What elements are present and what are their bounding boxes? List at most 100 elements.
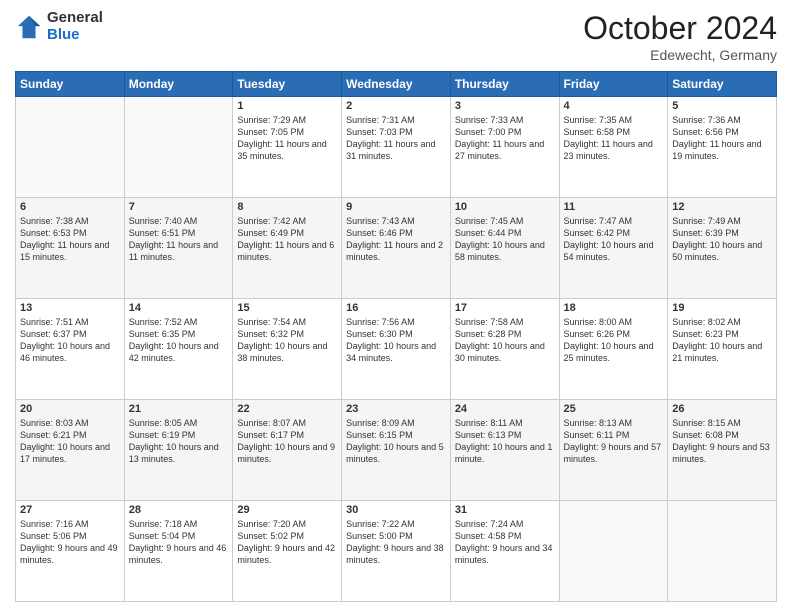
day-number: 16	[346, 302, 446, 314]
calendar-cell-w1-d4: 3Sunrise: 7:33 AM Sunset: 7:00 PM Daylig…	[450, 97, 559, 198]
calendar-cell-w4-d4: 24Sunrise: 8:11 AM Sunset: 6:13 PM Dayli…	[450, 400, 559, 501]
cell-sun-info: Sunrise: 7:38 AM Sunset: 6:53 PM Dayligh…	[20, 215, 120, 264]
day-number: 11	[564, 201, 664, 213]
cell-sun-info: Sunrise: 7:47 AM Sunset: 6:42 PM Dayligh…	[564, 215, 664, 264]
calendar-cell-w2-d0: 6 Sunrise: 7:38 AM Sunset: 6:53 PM Daylig…	[16, 198, 125, 299]
day-number: 21	[129, 403, 229, 415]
location-title: Edewecht, Germany	[583, 47, 777, 63]
day-number: 22	[237, 403, 337, 415]
calendar-cell-w3-d4: 17 Sunrise: 7:58 AM Sunset: 6:28 PM Dayli…	[450, 299, 559, 400]
calendar-cell-w3-d1: 14 Sunrise: 7:52 AM Sunset: 6:35 PM Dayli…	[124, 299, 233, 400]
day-number: 2	[346, 100, 446, 112]
cell-sun-info: Sunrise: 8:03 AM Sunset: 6:21 PM Dayligh…	[20, 417, 120, 466]
calendar-cell-w1-d6: 5 Sunrise: 7:36 AM Sunset: 6:56 PM Daylig…	[668, 97, 777, 198]
cell-sun-info: Sunrise: 8:02 AM Sunset: 6:23 PM Dayligh…	[672, 316, 772, 365]
calendar-cell-w3-d6: 19 Sunrise: 8:02 AM Sunset: 6:23 PM Dayli…	[668, 299, 777, 400]
day-number: 10	[455, 201, 555, 213]
calendar-cell-w3-d5: 18 Sunrise: 8:00 AM Sunset: 6:26 PM Dayli…	[559, 299, 668, 400]
cell-sun-info: Sunrise: 8:00 AM Sunset: 6:26 PM Dayligh…	[564, 316, 664, 365]
day-number: 13	[20, 302, 120, 314]
day-number: 27	[20, 504, 120, 516]
week-row-3: 13Sunrise: 7:51 AM Sunset: 6:37 PM Dayli…	[16, 299, 777, 400]
cell-sun-info: Sunrise: 8:07 AM Sunset: 6:17 PM Dayligh…	[237, 417, 337, 466]
header-monday: Monday	[124, 72, 233, 97]
header-saturday: Saturday	[668, 72, 777, 97]
cell-sun-info: Sunrise: 7:20 AM Sunset: 5:02 PM Dayligh…	[237, 518, 337, 567]
cell-sun-info: Sunrise: 8:15 AM Sunset: 6:08 PM Dayligh…	[672, 417, 772, 466]
cell-sun-info: Sunrise: 8:05 AM Sunset: 6:19 PM Dayligh…	[129, 417, 229, 466]
calendar-cell-w2-d1: 7 Sunrise: 7:40 AM Sunset: 6:51 PM Daylig…	[124, 198, 233, 299]
cell-sun-info: Sunrise: 7:56 AM Sunset: 6:30 PM Dayligh…	[346, 316, 446, 365]
day-number: 14	[129, 302, 229, 314]
day-number: 31	[455, 504, 555, 516]
calendar-cell-w2-d5: 11 Sunrise: 7:47 AM Sunset: 6:42 PM Dayli…	[559, 198, 668, 299]
cell-sun-info: Sunrise: 7:54 AM Sunset: 6:32 PM Dayligh…	[237, 316, 337, 365]
day-number: 24	[455, 403, 555, 415]
cell-sun-info: Sunrise: 7:35 AM Sunset: 6:58 PM Dayligh…	[564, 114, 664, 163]
calendar-cell-w1-d0	[16, 97, 125, 198]
calendar-cell-w5-d2: 29 Sunrise: 7:20 AM Sunset: 5:02 PM Dayli…	[233, 501, 342, 602]
cell-sun-info: Sunrise: 7:45 AM Sunset: 6:44 PM Dayligh…	[455, 215, 555, 264]
calendar-table: Sunday Monday Tuesday Wednesday Thursday…	[15, 71, 777, 602]
calendar-cell-w2-d6: 12 Sunrise: 7:49 AM Sunset: 6:39 PM Dayli…	[668, 198, 777, 299]
week-row-4: 20 Sunrise: 8:03 AM Sunset: 6:21 PM Dayli…	[16, 400, 777, 501]
calendar-cell-w2-d3: 9 Sunrise: 7:43 AM Sunset: 6:46 PM Daylig…	[342, 198, 451, 299]
cell-sun-info: Sunrise: 7:58 AM Sunset: 6:28 PM Dayligh…	[455, 316, 555, 365]
day-number: 23	[346, 403, 446, 415]
cell-sun-info: Sunrise: 7:43 AM Sunset: 6:46 PM Dayligh…	[346, 215, 446, 264]
day-number: 29	[237, 504, 337, 516]
cell-sun-info: Sunrise: 7:29 AM Sunset: 7:05 PM Dayligh…	[237, 114, 337, 163]
cell-sun-info: Sunrise: 8:09 AM Sunset: 6:15 PM Dayligh…	[346, 417, 446, 466]
day-number: 28	[129, 504, 229, 516]
cell-sun-info: Sunrise: 7:36 AM Sunset: 6:56 PM Dayligh…	[672, 114, 772, 163]
day-number: 19	[672, 302, 772, 314]
day-number: 15	[237, 302, 337, 314]
day-number: 5	[672, 100, 772, 112]
cell-sun-info: Sunrise: 7:18 AM Sunset: 5:04 PM Dayligh…	[129, 518, 229, 567]
calendar-cell-w1-d2: 1Sunrise: 7:29 AM Sunset: 7:05 PM Daylig…	[233, 97, 342, 198]
calendar-cell-w3-d3: 16 Sunrise: 7:56 AM Sunset: 6:30 PM Dayli…	[342, 299, 451, 400]
cell-sun-info: Sunrise: 7:22 AM Sunset: 5:00 PM Dayligh…	[346, 518, 446, 567]
calendar-cell-w5-d1: 28 Sunrise: 7:18 AM Sunset: 5:04 PM Dayli…	[124, 501, 233, 602]
weekday-header-row: Sunday Monday Tuesday Wednesday Thursday…	[16, 72, 777, 97]
week-row-5: 27 Sunrise: 7:16 AM Sunset: 5:06 PM Dayli…	[16, 501, 777, 602]
week-row-1: 1Sunrise: 7:29 AM Sunset: 7:05 PM Daylig…	[16, 97, 777, 198]
day-number: 20	[20, 403, 120, 415]
logo-text: General Blue	[47, 10, 103, 43]
logo-general-text: General	[47, 10, 103, 27]
cell-sun-info: Sunrise: 7:16 AM Sunset: 5:06 PM Dayligh…	[20, 518, 120, 567]
calendar-cell-w4-d5: 25Sunrise: 8:13 AM Sunset: 6:11 PM Dayli…	[559, 400, 668, 501]
day-number: 6	[20, 201, 120, 213]
calendar-cell-w2-d2: 8 Sunrise: 7:42 AM Sunset: 6:49 PM Daylig…	[233, 198, 342, 299]
day-number: 25	[564, 403, 664, 415]
cell-sun-info: Sunrise: 7:24 AM Sunset: 4:58 PM Dayligh…	[455, 518, 555, 567]
day-number: 30	[346, 504, 446, 516]
header-friday: Friday	[559, 72, 668, 97]
day-number: 4	[564, 100, 664, 112]
title-block: October 2024 Edewecht, Germany	[583, 10, 777, 63]
calendar-cell-w2-d4: 10 Sunrise: 7:45 AM Sunset: 6:44 PM Dayli…	[450, 198, 559, 299]
day-number: 7	[129, 201, 229, 213]
cell-sun-info: Sunrise: 7:42 AM Sunset: 6:49 PM Dayligh…	[237, 215, 337, 264]
calendar-cell-w1-d3: 2Sunrise: 7:31 AM Sunset: 7:03 PM Daylig…	[342, 97, 451, 198]
month-title: October 2024	[583, 10, 777, 47]
day-number: 9	[346, 201, 446, 213]
header: General Blue October 2024 Edewecht, Germ…	[15, 10, 777, 63]
day-number: 8	[237, 201, 337, 213]
calendar-cell-w4-d1: 21 Sunrise: 8:05 AM Sunset: 6:19 PM Dayli…	[124, 400, 233, 501]
day-number: 18	[564, 302, 664, 314]
day-number: 12	[672, 201, 772, 213]
calendar-cell-w5-d3: 30 Sunrise: 7:22 AM Sunset: 5:00 PM Dayli…	[342, 501, 451, 602]
calendar-cell-w5-d0: 27 Sunrise: 7:16 AM Sunset: 5:06 PM Dayli…	[16, 501, 125, 602]
day-number: 17	[455, 302, 555, 314]
calendar-cell-w4-d0: 20 Sunrise: 8:03 AM Sunset: 6:21 PM Dayli…	[16, 400, 125, 501]
calendar-cell-w1-d1	[124, 97, 233, 198]
cell-sun-info: Sunrise: 7:49 AM Sunset: 6:39 PM Dayligh…	[672, 215, 772, 264]
cell-sun-info: Sunrise: 7:52 AM Sunset: 6:35 PM Dayligh…	[129, 316, 229, 365]
cell-sun-info: Sunrise: 7:40 AM Sunset: 6:51 PM Dayligh…	[129, 215, 229, 264]
calendar-cell-w4-d2: 22 Sunrise: 8:07 AM Sunset: 6:17 PM Dayli…	[233, 400, 342, 501]
calendar-cell-w5-d4: 31 Sunrise: 7:24 AM Sunset: 4:58 PM Dayli…	[450, 501, 559, 602]
calendar-cell-w1-d5: 4 Sunrise: 7:35 AM Sunset: 6:58 PM Daylig…	[559, 97, 668, 198]
calendar-cell-w5-d5	[559, 501, 668, 602]
calendar-cell-w3-d2: 15 Sunrise: 7:54 AM Sunset: 6:32 PM Dayli…	[233, 299, 342, 400]
